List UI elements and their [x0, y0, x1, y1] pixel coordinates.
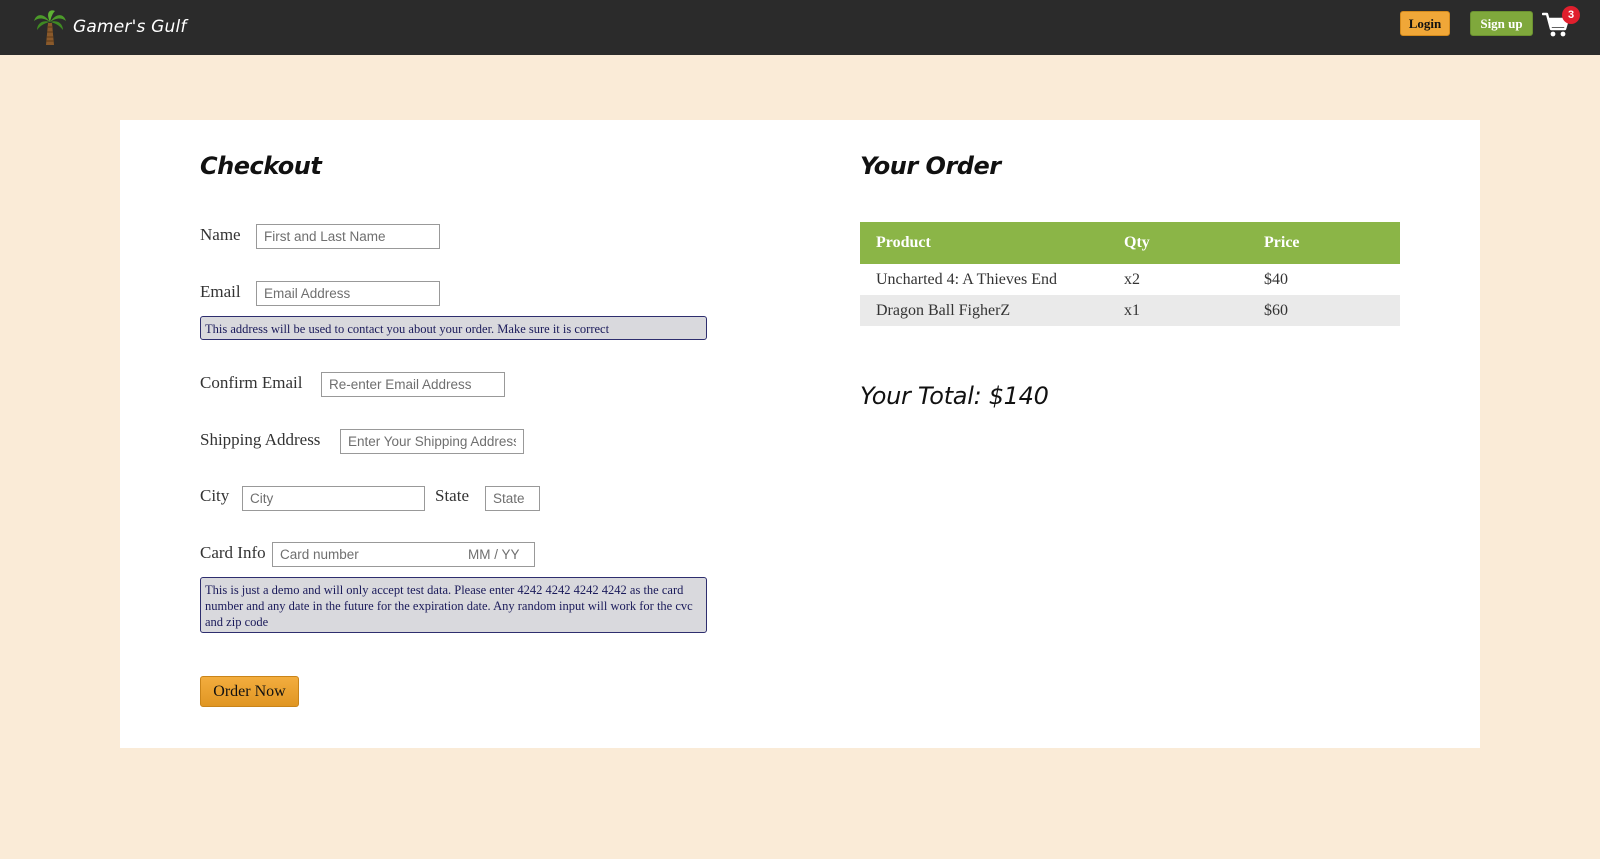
price-cell: $40: [1248, 264, 1400, 295]
order-now-button[interactable]: Order Now: [200, 676, 299, 707]
name-label: Name: [200, 225, 241, 244]
city-label: City: [200, 486, 230, 505]
navbar: Gamer's Gulf Login Sign up 3: [0, 0, 1600, 55]
qty-cell: x1: [1108, 295, 1248, 326]
product-cell: Uncharted 4: A Thieves End: [860, 264, 1108, 295]
order-table: Product Qty Price Uncharted 4: A Thieves…: [860, 222, 1400, 326]
table-row: Uncharted 4: A Thieves End x2 $40: [860, 264, 1400, 295]
column-header-product: Product: [860, 222, 1108, 264]
brand-logo[interactable]: Gamer's Gulf: [33, 9, 187, 45]
cart-count-badge: 3: [1562, 6, 1580, 24]
column-header-price: Price: [1248, 222, 1400, 264]
signup-button[interactable]: Sign up: [1470, 11, 1533, 36]
email-label: Email: [200, 282, 241, 301]
city-input[interactable]: [242, 486, 425, 511]
email-input[interactable]: [256, 281, 440, 306]
card-notice: This is just a demo and will only accept…: [200, 577, 707, 633]
order-title: Your Order: [860, 152, 1001, 180]
confirm-email-label: Confirm Email: [200, 373, 303, 392]
product-cell: Dragon Ball FigherZ: [860, 295, 1108, 326]
table-row: Dragon Ball FigherZ x1 $60: [860, 295, 1400, 326]
login-button[interactable]: Login: [1400, 11, 1450, 36]
state-input[interactable]: [485, 486, 540, 511]
shipping-address-label: Shipping Address: [200, 430, 321, 449]
email-notice: This address will be used to contact you…: [200, 316, 707, 340]
palm-tree-icon: [34, 10, 66, 45]
card-info-field: [272, 542, 535, 567]
shipping-address-input[interactable]: [340, 429, 524, 454]
card-expiry-input[interactable]: [464, 543, 534, 566]
brand-name: Gamer's Gulf: [73, 17, 187, 37]
order-total: Your Total: $140: [860, 382, 1049, 410]
card-info-label: Card Info: [200, 543, 266, 562]
checkout-title: Checkout: [200, 152, 322, 180]
card-number-input[interactable]: [273, 543, 464, 566]
checkout-card: Checkout Name Email This address will be…: [120, 120, 1480, 748]
table-header-row: Product Qty Price: [860, 222, 1400, 264]
name-input[interactable]: [256, 224, 440, 249]
confirm-email-input[interactable]: [321, 372, 505, 397]
column-header-qty: Qty: [1108, 222, 1248, 264]
qty-cell: x2: [1108, 264, 1248, 295]
state-label: State: [435, 486, 469, 505]
price-cell: $60: [1248, 295, 1400, 326]
cart-button[interactable]: 3: [1542, 6, 1580, 41]
